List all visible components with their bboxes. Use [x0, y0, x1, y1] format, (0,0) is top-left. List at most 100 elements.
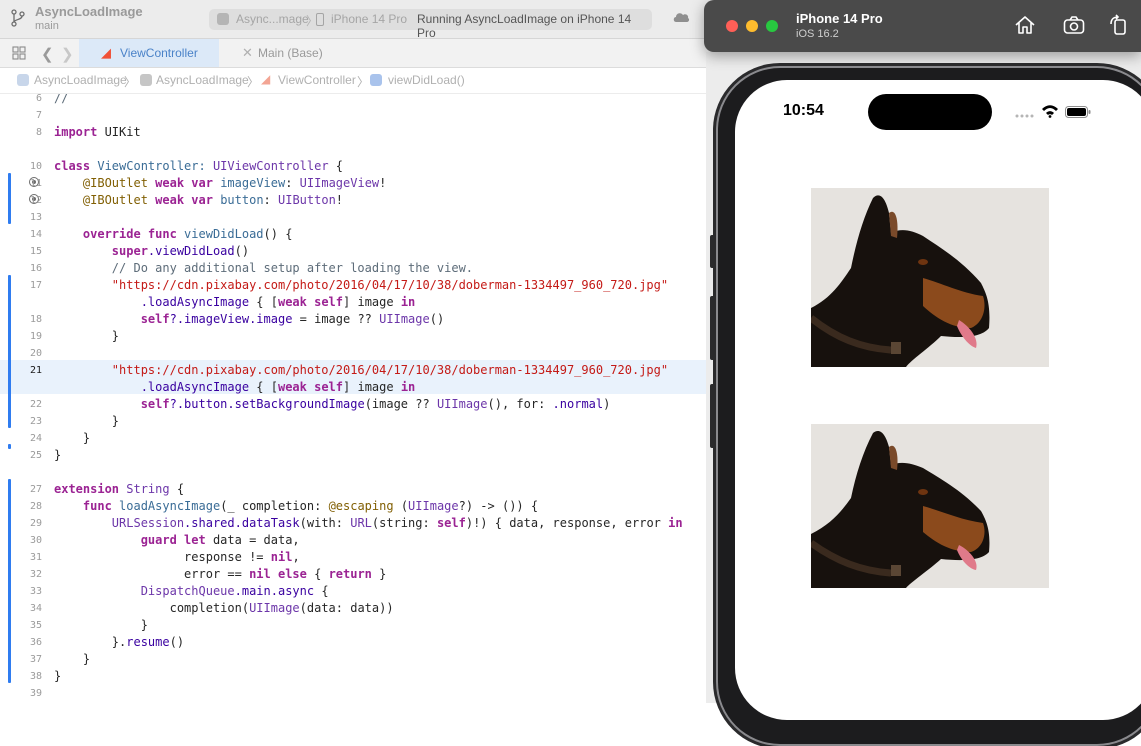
- line-number: 10: [29, 161, 42, 172]
- breadcrumb-separator: 〉: [247, 75, 260, 89]
- code-line: }: [54, 413, 119, 430]
- code-token: @IBOutlet: [82, 193, 148, 207]
- breadcrumb-group[interactable]: AsyncLoadImage: [156, 73, 249, 87]
- project-icon: [17, 74, 29, 86]
- code-token: .loadAsyncImage: [140, 295, 250, 309]
- code-token: func: [82, 499, 112, 513]
- code-token: :: [285, 176, 300, 190]
- line-number: 8: [35, 127, 42, 138]
- tab-label: Main (Base): [258, 46, 323, 60]
- breadcrumb-method[interactable]: viewDidLoad(): [388, 73, 465, 87]
- project-name[interactable]: AsyncLoadImage: [35, 4, 143, 19]
- code-token: ?) -> ()) {: [458, 499, 539, 513]
- simulator-device-name: iPhone 14 Pro: [796, 11, 883, 26]
- folder-icon: [140, 74, 152, 86]
- code-token: !: [335, 193, 344, 207]
- code-token: data = data,: [205, 533, 300, 547]
- line-number: 30: [29, 535, 42, 546]
- home-icon[interactable]: [1014, 15, 1036, 35]
- line-number: 31: [29, 552, 42, 563]
- tab-viewcontroller[interactable]: ◢ ViewController: [79, 39, 219, 67]
- wifi-icon: [1042, 105, 1058, 118]
- code-line: // Do any additional setup after loading…: [54, 260, 473, 277]
- code-token: @escaping: [328, 499, 394, 513]
- branch-name[interactable]: main: [35, 20, 59, 32]
- code-token: import: [54, 125, 98, 139]
- tab-label: ViewController: [120, 46, 198, 60]
- code-token: UIImage: [408, 499, 459, 513]
- code-token: (_ completion:: [220, 499, 329, 513]
- camera-icon[interactable]: [1063, 15, 1085, 35]
- code-token: (): [169, 635, 185, 649]
- run-destination[interactable]: iPhone 14 Pro: [331, 12, 407, 26]
- code-token: }: [111, 329, 120, 343]
- code-token: UIButton: [278, 193, 336, 207]
- line-number: 23: [29, 416, 42, 427]
- code-line: URLSession.shared.dataTask(with: URL(str…: [54, 515, 683, 532]
- zoom-window-button[interactable]: [766, 20, 778, 32]
- line-number: 33: [29, 586, 42, 597]
- code-line: @IBOutlet weak var imageView: UIImageVie…: [54, 175, 386, 192]
- line-number: 39: [29, 688, 42, 699]
- code-token: override func: [82, 227, 177, 241]
- navigate-back-icon[interactable]: ❮: [41, 45, 54, 63]
- code-line: }: [54, 447, 61, 464]
- cellular-signal-icon: [1015, 114, 1034, 118]
- code-token: {: [169, 482, 185, 496]
- code-token: UIImage: [436, 397, 488, 411]
- close-window-button[interactable]: [726, 20, 738, 32]
- tab-main-storyboard[interactable]: ✕ Main (Base): [220, 39, 370, 67]
- battery-icon: [1065, 106, 1091, 118]
- breadcrumb-file[interactable]: ViewController: [278, 73, 356, 87]
- line-number: 11: [29, 178, 42, 189]
- code-token: !: [379, 176, 387, 190]
- code-token: }: [54, 448, 62, 462]
- breadcrumb-separator: 〉: [124, 75, 137, 89]
- branch-icon[interactable]: [10, 9, 26, 27]
- code-token: UIImage: [249, 601, 300, 615]
- code-token: weak var: [147, 193, 213, 207]
- line-number: 37: [29, 654, 42, 665]
- code-token: (), for:: [487, 397, 553, 411]
- code-line: .loadAsyncImage { [weak self] image in: [54, 294, 416, 311]
- cloud-icon[interactable]: [672, 11, 690, 23]
- code-line: @IBOutlet weak var button: UIButton!: [54, 192, 343, 209]
- code-line: DispatchQueue.main.async {: [54, 583, 329, 600]
- code-token: super: [111, 244, 148, 258]
- code-token: self: [140, 312, 170, 326]
- code-editor[interactable]: 6 7 8 10 11 12 13 14 15 16 17 18 19 20 2…: [0, 94, 716, 703]
- related-items-grid-icon[interactable]: [12, 46, 26, 60]
- image-background-button[interactable]: [811, 424, 1049, 588]
- code-token: }: [82, 652, 91, 666]
- line-number: 34: [29, 603, 42, 614]
- code-line: error == nil else { return }: [54, 566, 386, 583]
- code-token: :: [263, 193, 278, 207]
- code-token: .viewDidLoad: [147, 244, 235, 258]
- line-number: 13: [29, 212, 42, 223]
- iphone-screen[interactable]: 10:54: [735, 80, 1141, 720]
- line-number: 15: [29, 246, 42, 257]
- breadcrumb: AsyncLoadImage 〉 AsyncLoadImage 〉 ◢ View…: [0, 68, 716, 94]
- code-token: () {: [263, 227, 293, 241]
- code-token: URL: [350, 516, 372, 530]
- code-line: extension String {: [54, 481, 184, 498]
- rotate-icon[interactable]: [1108, 14, 1130, 36]
- code-line: super.viewDidLoad(): [54, 243, 249, 260]
- code-token: guard let: [140, 533, 206, 547]
- code-token: = image ??: [292, 312, 380, 326]
- minimize-window-button[interactable]: [746, 20, 758, 32]
- breadcrumb-project[interactable]: AsyncLoadImage: [34, 73, 127, 87]
- code-token: extension: [54, 482, 120, 496]
- code-string: "https://cdn.pixabay.com/photo/2016/04/1…: [111, 278, 669, 292]
- code-token: }: [371, 567, 387, 581]
- code-token: response !=: [184, 550, 271, 564]
- code-token: (with:: [299, 516, 351, 530]
- scheme-selector[interactable]: Async...mage 〉 iPhone 14 Pro Running Asy…: [209, 9, 652, 40]
- simulator-os-version: iOS 16.2: [796, 28, 839, 40]
- line-number: 12: [29, 195, 42, 206]
- code-token: .loadAsyncImage: [140, 380, 250, 394]
- code-token: resume: [126, 635, 170, 649]
- navigate-forward-icon[interactable]: ❯: [61, 45, 74, 63]
- code-token: return: [328, 567, 372, 581]
- scheme-name[interactable]: Async...mage: [236, 12, 309, 26]
